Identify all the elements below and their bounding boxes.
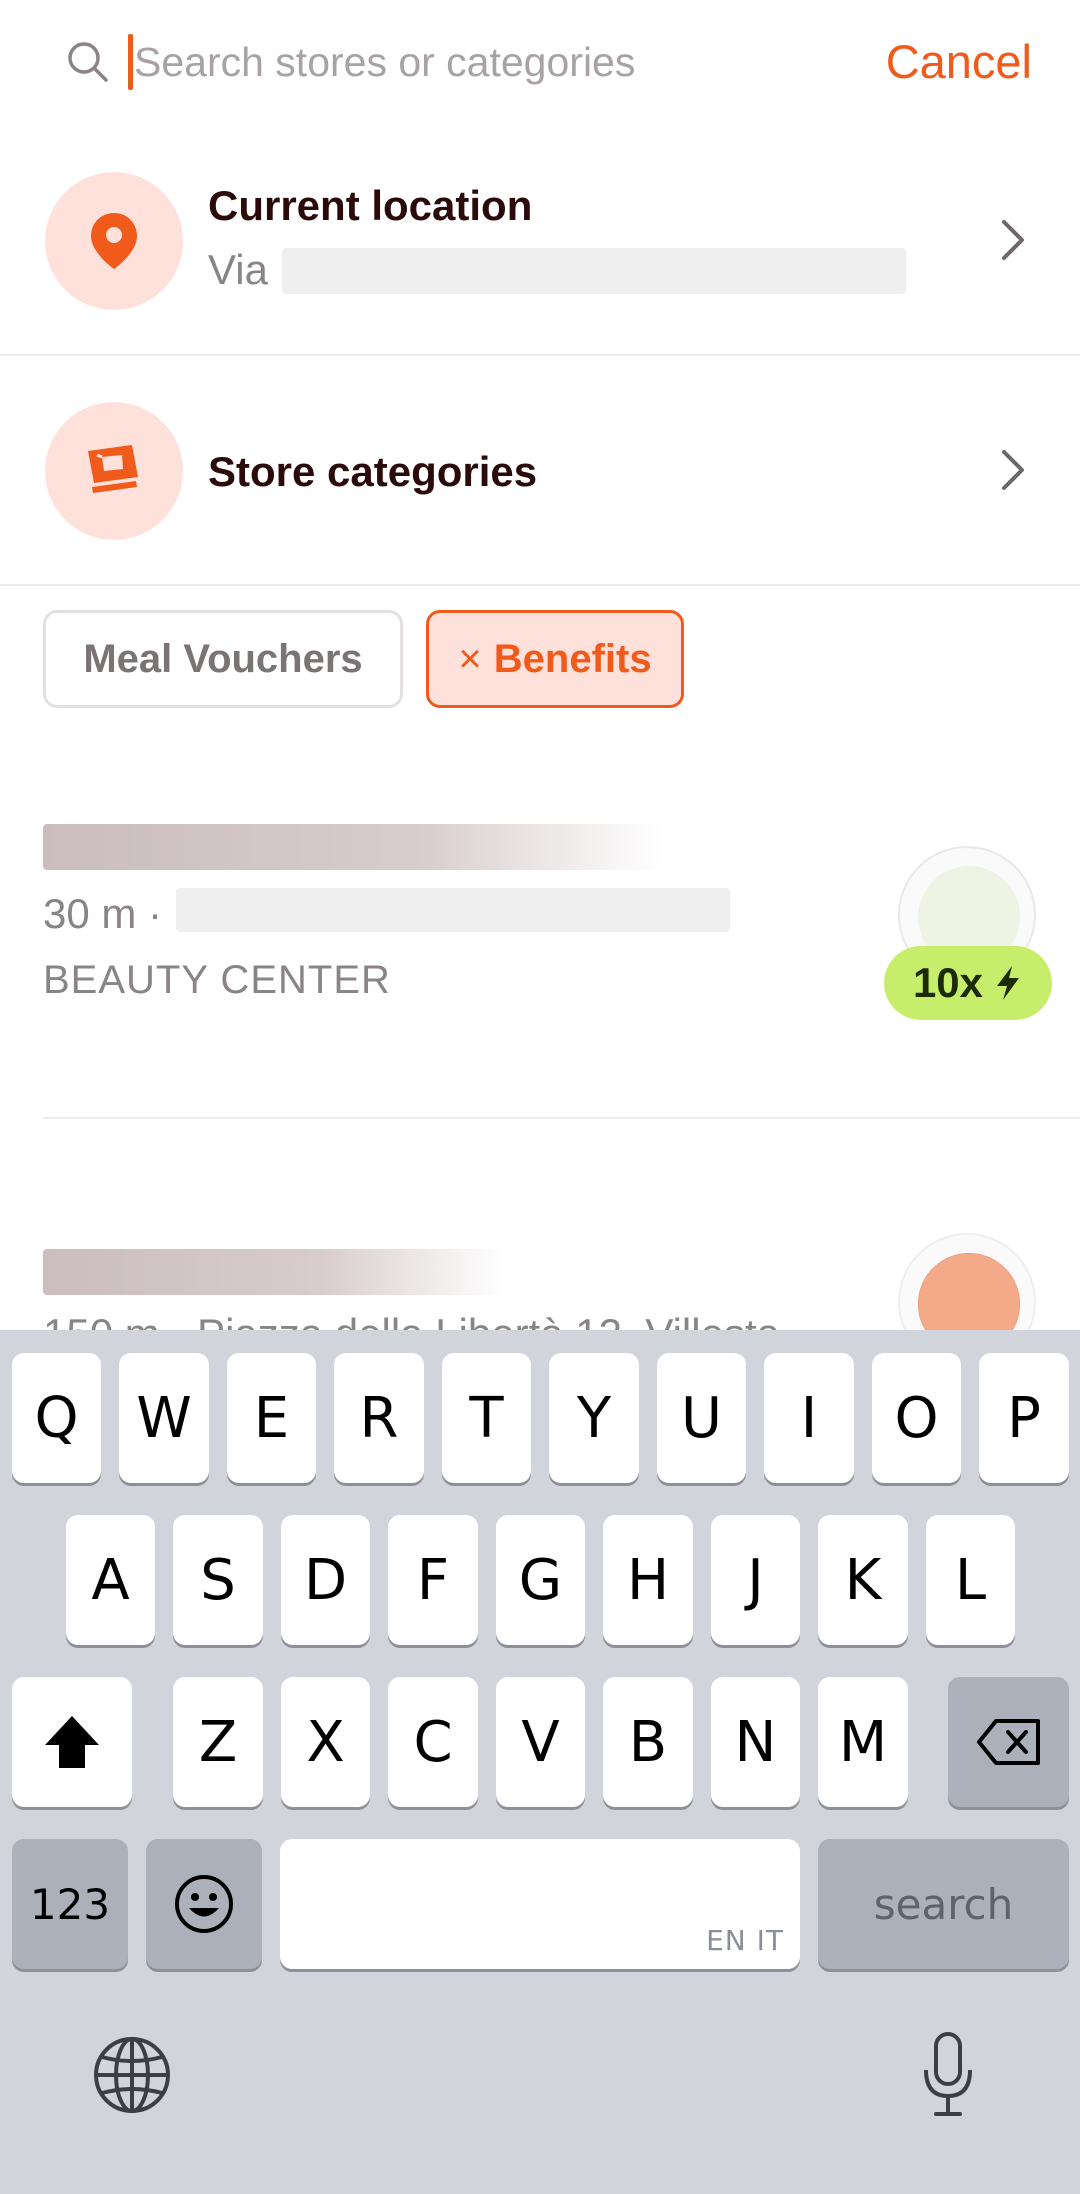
- key-r[interactable]: R: [334, 1353, 424, 1483]
- cancel-button[interactable]: Cancel: [886, 30, 1032, 94]
- key-q[interactable]: Q: [12, 1353, 101, 1483]
- key-z[interactable]: Z: [173, 1677, 263, 1807]
- backspace-icon: [976, 1719, 1040, 1765]
- key-a[interactable]: A: [66, 1515, 155, 1645]
- lightning-bolt-icon: [997, 966, 1020, 1000]
- key-s[interactable]: S: [173, 1515, 263, 1645]
- key-j[interactable]: J: [711, 1515, 800, 1645]
- microphone-icon[interactable]: [918, 2030, 978, 2120]
- search-input[interactable]: [134, 30, 834, 94]
- key-l[interactable]: L: [926, 1515, 1015, 1645]
- key-i[interactable]: I: [764, 1353, 854, 1483]
- key-b[interactable]: B: [603, 1677, 693, 1807]
- current-location-address: Via: [208, 246, 268, 294]
- store-address-redacted: [176, 888, 730, 932]
- key-x[interactable]: X: [281, 1677, 370, 1807]
- key-d[interactable]: D: [281, 1515, 370, 1645]
- store-categories-row[interactable]: Store categories: [0, 356, 1080, 586]
- key-e[interactable]: E: [227, 1353, 316, 1483]
- key-m[interactable]: M: [818, 1677, 908, 1807]
- keyboard-languages: EN IT: [706, 1924, 784, 1957]
- search-icon: [68, 42, 108, 82]
- filter-chip-label: Meal Vouchers: [83, 636, 363, 681]
- key-f[interactable]: F: [388, 1515, 478, 1645]
- store-name-redacted: [43, 824, 663, 870]
- globe-icon[interactable]: [92, 2035, 172, 2115]
- list-divider: [43, 1117, 1080, 1119]
- key-g[interactable]: G: [496, 1515, 585, 1645]
- emoji-smiley-icon: [175, 1875, 233, 1933]
- store-categories-icon: [88, 445, 138, 493]
- address-redacted: [282, 248, 906, 294]
- backspace-key[interactable]: [948, 1677, 1069, 1807]
- key-p[interactable]: P: [979, 1353, 1069, 1483]
- filter-chip-label: Benefits: [493, 636, 652, 681]
- multiplier-badge: 10x: [884, 946, 1052, 1020]
- categories-icon-circle: [45, 402, 183, 540]
- current-location-title: Current location: [208, 182, 533, 229]
- store-name-redacted: [43, 1249, 503, 1295]
- key-h[interactable]: H: [603, 1515, 693, 1645]
- address-prefix: Via: [208, 246, 268, 293]
- key-y[interactable]: Y: [549, 1353, 639, 1483]
- key-v[interactable]: V: [496, 1677, 585, 1807]
- numbers-key[interactable]: 123: [12, 1839, 128, 1969]
- key-c[interactable]: C: [388, 1677, 478, 1807]
- location-icon-circle: [45, 172, 183, 310]
- filter-chip-meal-vouchers[interactable]: Meal Vouchers: [43, 610, 403, 708]
- store-distance: 30 m ·: [43, 890, 163, 937]
- key-t[interactable]: T: [442, 1353, 531, 1483]
- current-location-row[interactable]: Current location Via: [0, 160, 1080, 356]
- location-pin-icon: [91, 213, 137, 269]
- filter-chip-benefits[interactable]: × Benefits: [426, 610, 684, 708]
- remove-filter-icon[interactable]: ×: [458, 637, 481, 682]
- key-u[interactable]: U: [657, 1353, 746, 1483]
- key-n[interactable]: N: [711, 1677, 800, 1807]
- on-screen-keyboard: Q W E R T Y U I O P A S D F G H J K L Z …: [0, 1330, 1080, 2194]
- chevron-right-icon: [1002, 220, 1024, 260]
- store-category: BEAUTY CENTER: [43, 958, 391, 1002]
- shift-key[interactable]: [12, 1677, 132, 1807]
- store-categories-title: Store categories: [208, 448, 538, 495]
- space-key[interactable]: EN IT: [280, 1839, 800, 1969]
- text-cursor: [128, 34, 133, 90]
- key-w[interactable]: W: [119, 1353, 209, 1483]
- shift-arrow-icon: [45, 1716, 99, 1768]
- search-key[interactable]: search: [818, 1839, 1069, 1969]
- key-o[interactable]: O: [872, 1353, 961, 1483]
- key-k[interactable]: K: [818, 1515, 908, 1645]
- chevron-right-icon: [1002, 450, 1024, 490]
- search-bar: Cancel: [0, 0, 1080, 126]
- emoji-key[interactable]: [146, 1839, 262, 1969]
